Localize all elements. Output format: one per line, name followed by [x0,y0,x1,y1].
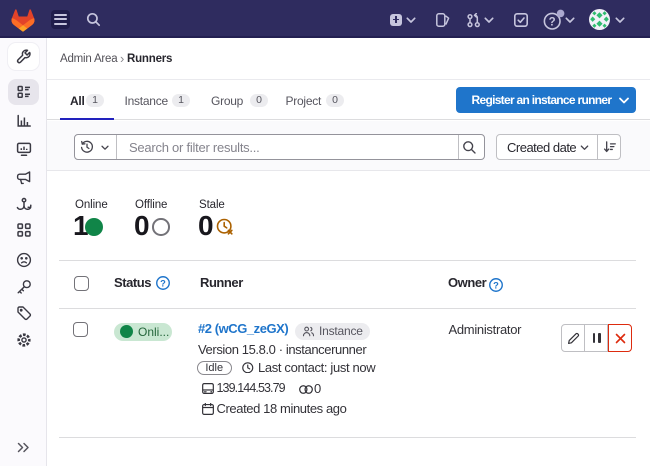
svg-text:?: ? [493,280,499,290]
svg-text:?: ? [160,278,166,288]
svg-text:?: ? [549,16,556,28]
